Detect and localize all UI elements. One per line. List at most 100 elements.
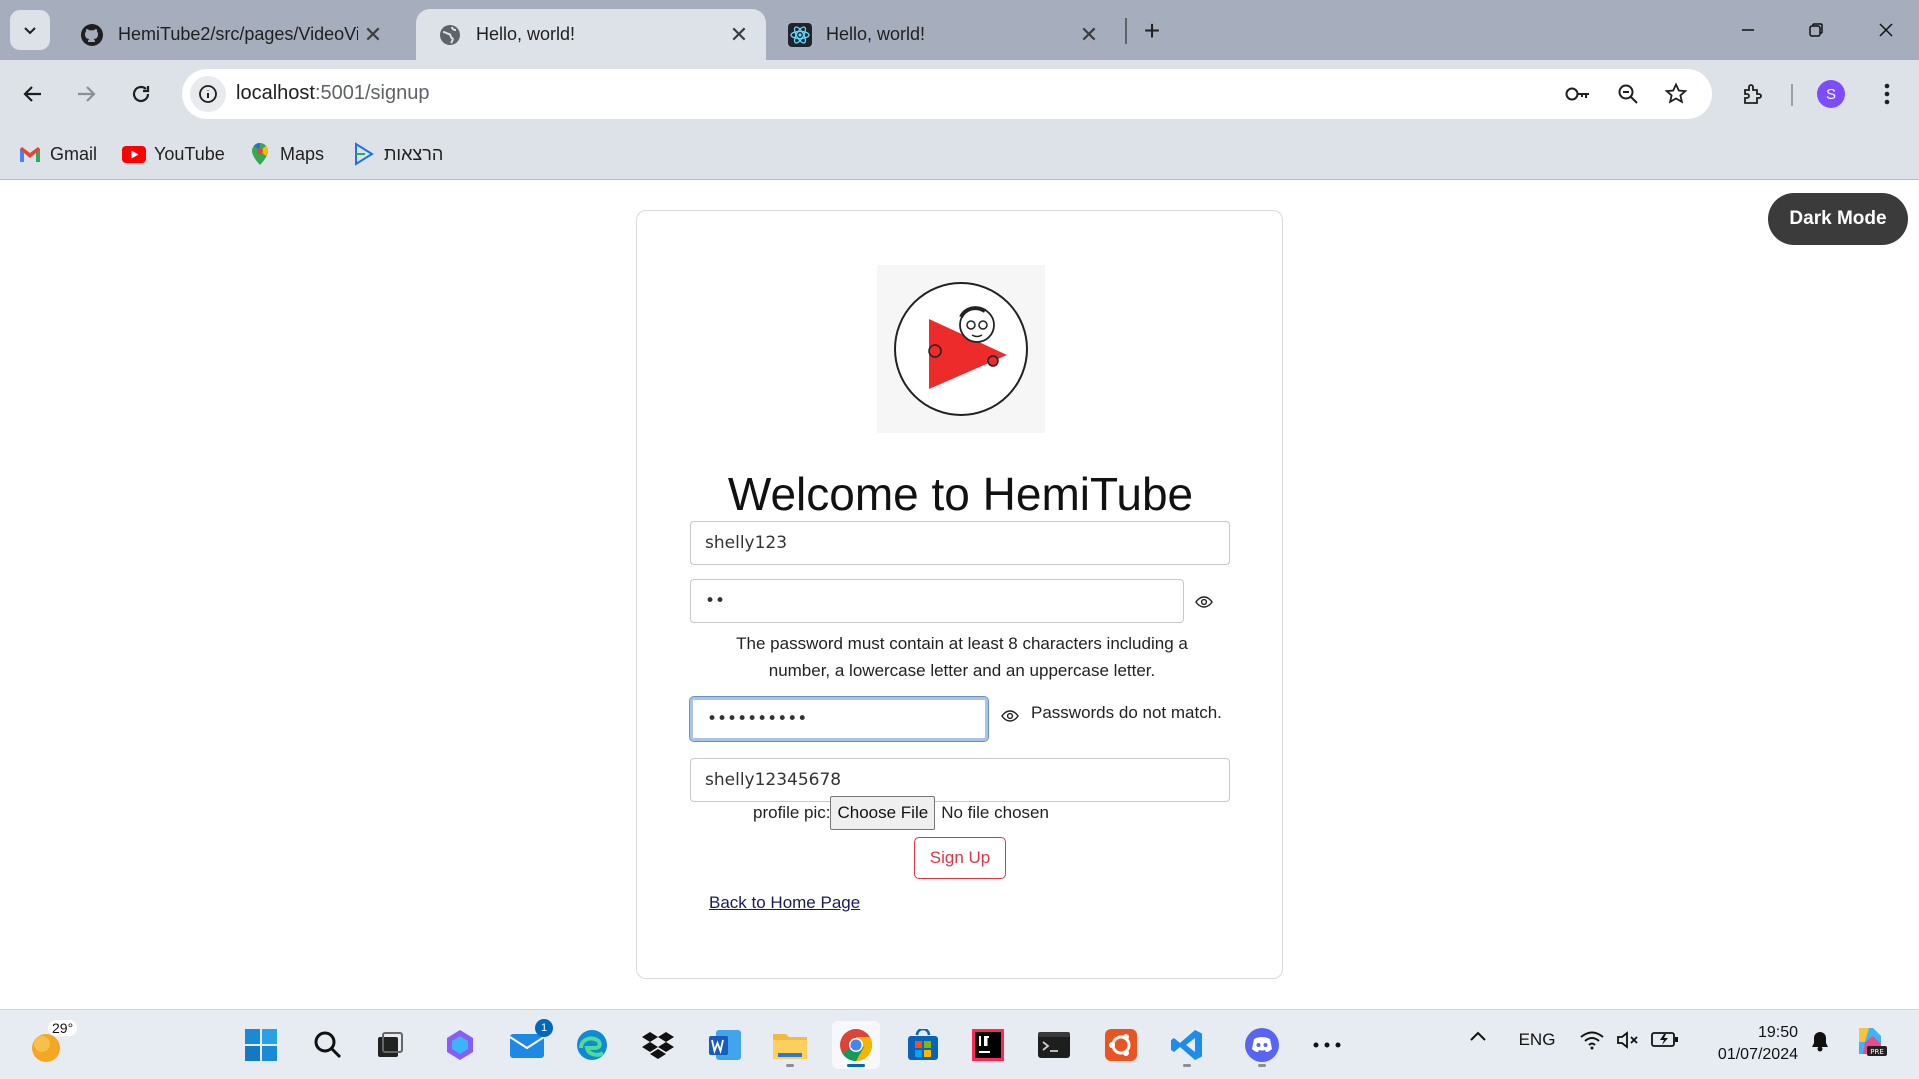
new-tab-plus-icon[interactable]: + — [1135, 14, 1169, 48]
tab-title: HemiTube2/src/pages/VideoVie — [118, 24, 358, 44]
running-indicator — [1258, 1064, 1266, 1067]
discord-icon[interactable] — [1238, 1021, 1286, 1069]
notification-bell-icon[interactable] — [1808, 1030, 1832, 1052]
clock-date: 01/07/2024 — [1717, 1046, 1798, 1063]
microsoft-store-icon[interactable] — [899, 1021, 947, 1069]
svg-text:PRE: PRE — [1870, 1048, 1884, 1056]
sign-up-button[interactable]: Sign Up — [914, 837, 1006, 879]
bookmark-site-icon — [352, 142, 376, 166]
password-requirements-hint: The password must contain at least 8 cha… — [736, 634, 1188, 680]
password-mismatch-error: Passwords do not match. — [1031, 703, 1222, 722]
bookmark-youtube[interactable]: YouTube — [122, 140, 225, 168]
profile-avatar[interactable]: S — [1817, 80, 1845, 108]
reload-icon[interactable] — [121, 74, 161, 114]
close-icon[interactable]: ✕ — [358, 20, 388, 50]
mail-app-icon[interactable]: 1 — [503, 1019, 553, 1069]
bookmark-label: הרצאות — [384, 143, 444, 164]
hemitube-logo — [877, 265, 1045, 433]
tab-title: Hello, world! — [476, 24, 576, 44]
copilot-pre-icon[interactable]: PRE — [1852, 1024, 1888, 1058]
active-indicator — [847, 1064, 865, 1067]
url-text[interactable]: localhost:5001/signup — [236, 82, 429, 105]
close-icon[interactable]: ✕ — [1074, 20, 1104, 50]
bookmark-star-icon[interactable] — [1662, 80, 1690, 108]
back-to-home-link[interactable]: Back to Home Page — [709, 893, 860, 913]
chrome-browser-icon[interactable] — [832, 1021, 880, 1069]
language-indicator[interactable]: ENG — [1514, 1030, 1560, 1050]
bookmark-label: Gmail — [50, 143, 98, 164]
system-clock[interactable]: 19:50 01/07/2024 — [1698, 1022, 1798, 1066]
tab-title: Hello, world! — [826, 24, 926, 44]
profile-pic-label: profile pic: — [753, 803, 831, 822]
search-icon[interactable] — [304, 1021, 352, 1069]
tab-search-button[interactable] — [10, 10, 50, 50]
password-input[interactable]: •• — [690, 579, 1184, 623]
bookmark-lectures[interactable]: הרצאות — [352, 140, 443, 168]
weather-temperature: 29° — [48, 1020, 78, 1036]
mail-unread-badge: 1 — [535, 1019, 553, 1037]
github-icon — [80, 23, 104, 47]
running-indicator — [786, 1064, 794, 1067]
close-icon[interactable]: ✕ — [724, 20, 754, 50]
task-view-icon[interactable] — [366, 1021, 414, 1069]
ubuntu-icon[interactable] — [1097, 1021, 1145, 1069]
wifi-icon[interactable] — [1578, 1030, 1606, 1050]
page-title: Welcome to HemiTube — [727, 468, 1194, 520]
tab-active-hello-world[interactable]: Hello, world! ✕ — [416, 9, 766, 60]
bookmark-maps[interactable]: Maps — [248, 140, 324, 168]
minimize-icon[interactable] — [1720, 8, 1776, 52]
dark-mode-button[interactable]: Dark Mode — [1768, 193, 1908, 245]
more-apps-ellipsis-icon[interactable] — [1303, 1021, 1351, 1069]
restore-icon[interactable] — [1788, 8, 1844, 52]
windows-start-icon[interactable] — [237, 1021, 285, 1069]
dropbox-icon[interactable] — [634, 1021, 682, 1069]
back-arrow-icon[interactable] — [13, 74, 53, 114]
running-indicator — [1183, 1064, 1191, 1067]
confirm-password-input[interactable]: •••••••••• — [689, 696, 989, 742]
address-bar[interactable]: localhost:5001/signup — [182, 69, 1712, 119]
profile-pic-row: profile pic: Choose File No file chosen — [753, 796, 1049, 830]
username-input[interactable]: shelly123 — [690, 521, 1230, 565]
vscode-icon[interactable] — [1163, 1021, 1211, 1069]
tab-github[interactable]: HemiTube2/src/pages/VideoVie ✕ — [58, 9, 400, 60]
react-icon — [788, 22, 812, 47]
choose-file-button[interactable]: Choose File — [830, 796, 936, 830]
edge-browser-icon[interactable] — [568, 1021, 616, 1069]
browser-tabstrip: HemiTube2/src/pages/VideoVie ✕ Hello, wo… — [0, 0, 1919, 60]
bookmarks-bar: Gmail YouTube Maps הרצאות — [0, 128, 1919, 180]
windows-taskbar: 29° 1 ENG 19:50 01/07/2024 PRE — [0, 1009, 1919, 1079]
show-password-eye-icon[interactable] — [1193, 591, 1215, 613]
tray-overflow-chevron-icon[interactable] — [1466, 1030, 1490, 1042]
extensions-icon[interactable] — [1735, 76, 1771, 112]
copilot-icon[interactable] — [436, 1021, 484, 1069]
forward-arrow-icon[interactable] — [66, 74, 106, 114]
no-file-chosen-text: No file chosen — [941, 803, 1049, 822]
kebab-menu-icon[interactable] — [1869, 76, 1905, 112]
bookmark-label: Maps — [280, 143, 325, 164]
maps-icon — [248, 142, 272, 166]
window-close-icon[interactable] — [1858, 8, 1914, 52]
volume-muted-icon[interactable] — [1614, 1030, 1642, 1050]
signup-card: Welcome to HemiTube shelly123 •• The pas… — [636, 210, 1283, 979]
toolbar-separator — [1791, 84, 1793, 106]
url-host: localhost — [236, 82, 315, 104]
clock-time: 19:50 — [1757, 1024, 1798, 1041]
terminal-icon[interactable] — [1030, 1021, 1078, 1069]
youtube-icon — [122, 142, 146, 166]
bookmark-gmail[interactable]: Gmail — [18, 140, 97, 168]
file-explorer-icon[interactable] — [766, 1021, 814, 1069]
word-app-icon[interactable] — [701, 1021, 749, 1069]
show-confirm-password-eye-icon[interactable] — [999, 705, 1021, 727]
chevron-down-icon — [24, 27, 36, 35]
zoom-icon[interactable] — [1614, 80, 1642, 108]
tab-hello-world-react[interactable]: Hello, world! ✕ — [766, 9, 1116, 60]
bookmark-label: YouTube — [154, 143, 225, 164]
battery-charging-icon[interactable] — [1650, 1030, 1680, 1048]
url-path: :5001/signup — [314, 82, 430, 104]
intellij-idea-icon[interactable] — [964, 1021, 1012, 1069]
site-info-icon[interactable] — [190, 76, 226, 112]
tab-separator — [1125, 18, 1127, 44]
gmail-icon — [18, 142, 42, 166]
page-content: Dark Mode Welcome to HemiTube shelly123 … — [0, 181, 1919, 1009]
password-key-icon[interactable] — [1564, 80, 1592, 108]
